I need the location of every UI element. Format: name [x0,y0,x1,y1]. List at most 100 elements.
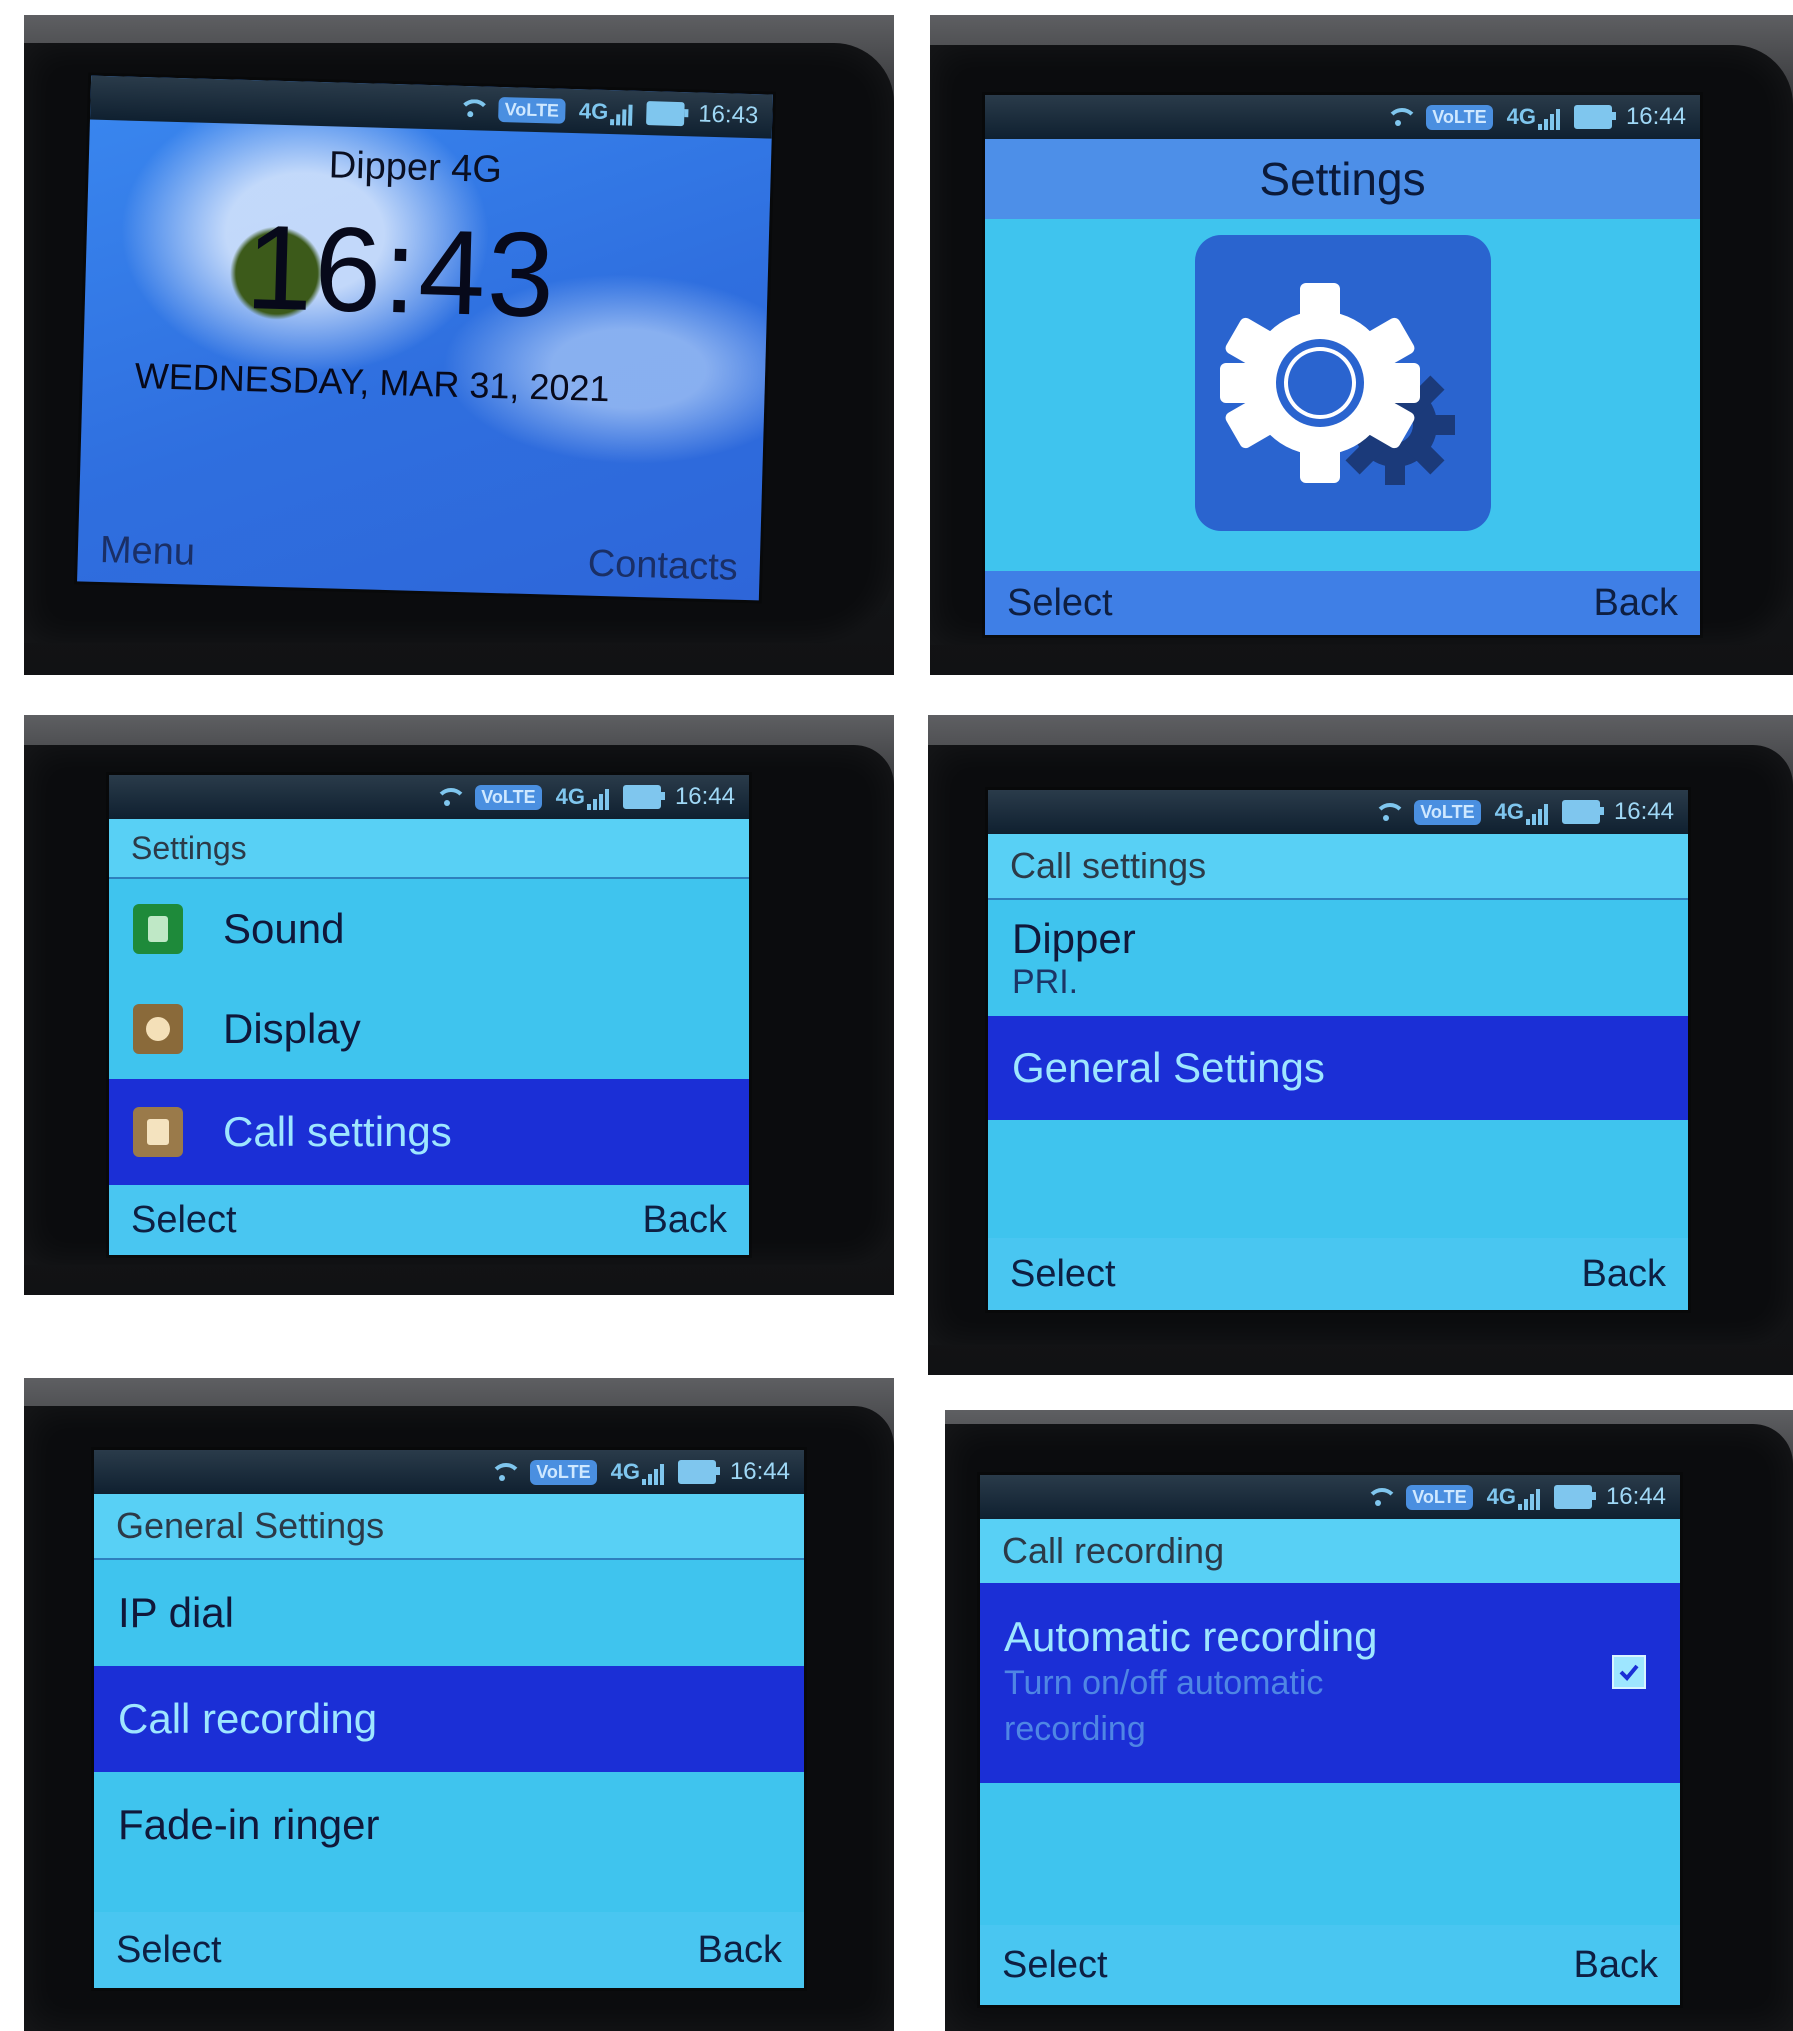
signal-icon [609,103,633,126]
list-item-sound[interactable]: Sound [109,879,749,979]
status-bar: VoLTE 4G 16:44 [94,1450,804,1494]
list-header: General Settings [94,1494,804,1560]
gear-icon [1220,283,1455,485]
back-softkey[interactable]: Back [1574,1944,1658,1987]
list-item-call-settings[interactable]: Call settings [109,1079,749,1185]
screen-title: Settings [985,139,1700,219]
list-item-label: Sound [223,905,345,952]
network-indicator: 4G [556,784,609,810]
battery-icon [622,785,665,809]
home-screen: VoLTE 4G 16:43 Dipper 4G 16:43 WEDNESDAY… [77,75,773,601]
checkmark-icon [1619,1664,1639,1681]
signal-icon [1517,1488,1540,1510]
network-indicator: 4G [611,1459,664,1485]
display-icon [133,1004,183,1054]
list-header: Settings [109,819,749,879]
volte-badge: VoLTE [475,784,542,810]
list-item-label: IP dial [118,1589,234,1636]
network-type: 4G [1506,104,1536,129]
call-recording-screen: VoLTE 4G 16:44 Call recording Automatic … [980,1475,1680,2005]
softkey-bar: Select Back [109,1185,749,1255]
sound-icon [133,904,183,954]
status-time: 16:44 [1613,798,1674,825]
status-time: 16:44 [1625,103,1686,130]
battery-icon [677,1460,720,1484]
photo-panel-home: VoLTE 4G 16:43 Dipper 4G 16:43 WEDNESDAY… [24,15,894,675]
list-item-display[interactable]: Display [109,979,749,1079]
network-indicator: 4G [578,98,633,126]
signal-icon [641,1463,664,1485]
network-type: 4G [1494,799,1524,824]
status-bar: VoLTE 4G 16:44 [109,775,749,819]
status-bar: VoLTE 4G 16:44 [980,1475,1680,1519]
list-item-label: Call settings [223,1108,452,1155]
list-item-sublabel: Turn on/off automatic recording [1004,1664,1324,1748]
settings-app-tile[interactable] [1195,235,1491,531]
battery-icon [1553,1485,1596,1509]
photo-panel-general-settings: VoLTE 4G 16:44 General Settings IP dial … [24,1378,894,2031]
status-time: 16:44 [729,1458,790,1485]
network-type: 4G [610,1459,640,1484]
back-softkey[interactable]: Back [1582,1253,1666,1296]
select-softkey[interactable]: Select [131,1199,237,1242]
select-softkey[interactable]: Select [1007,582,1113,625]
list-item-call-recording[interactable]: Call recording [94,1666,804,1772]
back-softkey[interactable]: Back [698,1929,782,1972]
volte-badge: VoLTE [498,96,566,124]
list-header: Call settings [988,834,1688,900]
softkey-bar: Select Back [94,1912,804,1988]
wifi-icon [488,1461,523,1483]
carrier-name: Dipper 4G [328,144,503,192]
settings-title: Settings [1259,153,1426,205]
status-time: 16:44 [674,783,735,810]
list-item-dipper[interactable]: Dipper PRI. [988,900,1688,1016]
volte-badge: VoLTE [530,1459,597,1485]
list-item-sublabel: PRI. [1012,962,1079,1001]
network-type: 4G [555,784,585,809]
menu-softkey[interactable]: Menu [99,529,195,575]
call-settings-screen: VoLTE 4G 16:44 Call settings Dipper PRI.… [988,790,1688,1310]
list-item-label: Display [223,1005,361,1052]
wifi-icon [456,97,485,120]
list-item-label: General Settings [1012,1044,1325,1091]
photo-panel-settings-icon: VoLTE 4G 16:44 Settings Select Back [930,15,1793,675]
select-softkey[interactable]: Select [1010,1253,1116,1296]
list-item-fade-in-ringer[interactable]: Fade-in ringer [94,1772,804,1878]
settings-icon-screen: VoLTE 4G 16:44 Settings Select Back [985,95,1700,635]
network-type: 4G [578,98,609,125]
select-softkey[interactable]: Select [116,1929,222,1972]
list-item-ip-dial[interactable]: IP dial [94,1560,804,1666]
list-item-label: Dipper [1012,914,1136,962]
network-type: 4G [1486,1484,1516,1509]
list-item-label: Fade-in ringer [118,1801,380,1848]
contacts-softkey[interactable]: Contacts [587,542,738,589]
softkey-bar: Select Back [985,571,1700,635]
back-softkey[interactable]: Back [643,1199,727,1242]
status-bar: VoLTE 4G 16:44 [985,95,1700,139]
back-softkey[interactable]: Back [1594,582,1678,625]
volte-badge: VoLTE [1406,1484,1473,1510]
list-item-label: Automatic recording [1004,1613,1378,1661]
status-time: 16:44 [1605,1483,1666,1510]
select-softkey[interactable]: Select [1002,1944,1108,1987]
photo-panel-call-settings: VoLTE 4G 16:44 Call settings Dipper PRI.… [928,715,1793,1375]
status-time: 16:43 [697,100,759,130]
network-indicator: 4G [1495,799,1548,825]
settings-list-screen: VoLTE 4G 16:44 Settings Sound Display Ca… [109,775,749,1255]
date: WEDNESDAY, MAR 31, 2021 [134,354,611,410]
list-item-general-settings[interactable]: General Settings [988,1016,1688,1120]
list-item-automatic-recording[interactable]: Automatic recording Turn on/off automati… [980,1583,1680,1783]
list-header: Call recording [980,1519,1680,1583]
softkey-bar: Select Back [988,1238,1688,1310]
photo-panel-call-recording: VoLTE 4G 16:44 Call recording Automatic … [945,1410,1793,2031]
signal-icon [586,788,609,810]
network-indicator: 4G [1487,1484,1540,1510]
signal-icon [1537,108,1560,130]
checkbox-checked-icon[interactable] [1612,1655,1646,1689]
wifi-icon [1384,106,1419,128]
list-item-label: Call recording [118,1695,378,1742]
status-bar: VoLTE 4G 16:44 [988,790,1688,834]
battery-icon [1573,105,1616,129]
network-indicator: 4G [1507,104,1560,130]
clock: 16:43 [244,199,558,343]
